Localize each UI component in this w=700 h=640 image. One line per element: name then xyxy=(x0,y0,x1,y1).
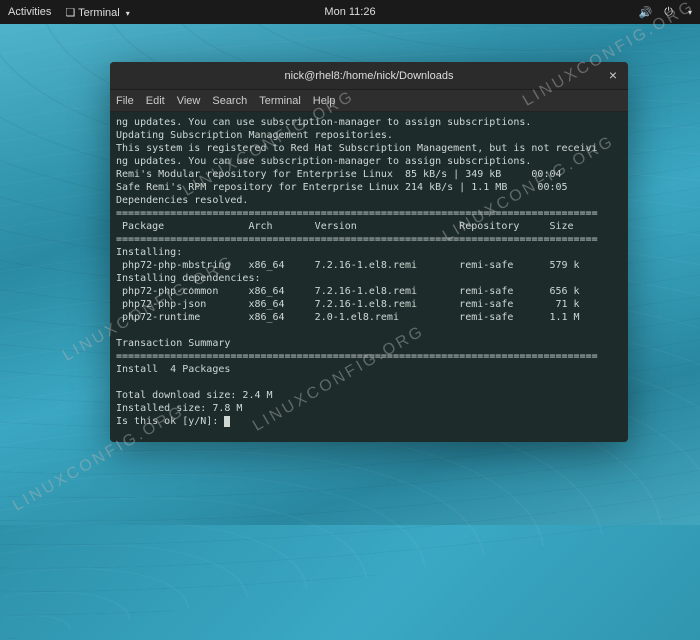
chevron-down-icon: ▾ xyxy=(126,9,130,18)
menu-file[interactable]: File xyxy=(116,95,134,107)
terminal-cursor xyxy=(224,416,230,427)
terminal-output[interactable]: ng updates. You can use subscription-man… xyxy=(110,112,628,442)
close-icon: × xyxy=(609,67,617,83)
window-title: nick@rhel8:/home/nick/Downloads xyxy=(285,70,454,82)
terminal-menubar: File Edit View Search Terminal Help xyxy=(110,90,628,112)
power-icon[interactable]: ⏻ xyxy=(664,6,673,19)
terminal-icon: ❏ xyxy=(65,6,75,19)
app-menu-label: Terminal xyxy=(78,7,120,19)
close-button[interactable]: × xyxy=(604,66,622,84)
menu-terminal[interactable]: Terminal xyxy=(259,95,301,107)
volume-icon[interactable]: 🔊 xyxy=(639,6,653,19)
menu-edit[interactable]: Edit xyxy=(146,95,165,107)
clock[interactable]: Mon 11:26 xyxy=(324,6,375,18)
gnome-top-bar: Activities ❏ Terminal ▾ Mon 11:26 🔊 ⏻ ▾ xyxy=(0,0,700,24)
terminal-window: nick@rhel8:/home/nick/Downloads × File E… xyxy=(110,62,628,442)
menu-view[interactable]: View xyxy=(177,95,201,107)
chevron-down-icon: ▾ xyxy=(688,8,692,17)
app-menu[interactable]: ❏ Terminal ▾ xyxy=(65,6,129,19)
menu-search[interactable]: Search xyxy=(212,95,247,107)
menu-help[interactable]: Help xyxy=(313,95,336,107)
activities-button[interactable]: Activities xyxy=(8,6,51,18)
window-titlebar[interactable]: nick@rhel8:/home/nick/Downloads × xyxy=(110,62,628,90)
